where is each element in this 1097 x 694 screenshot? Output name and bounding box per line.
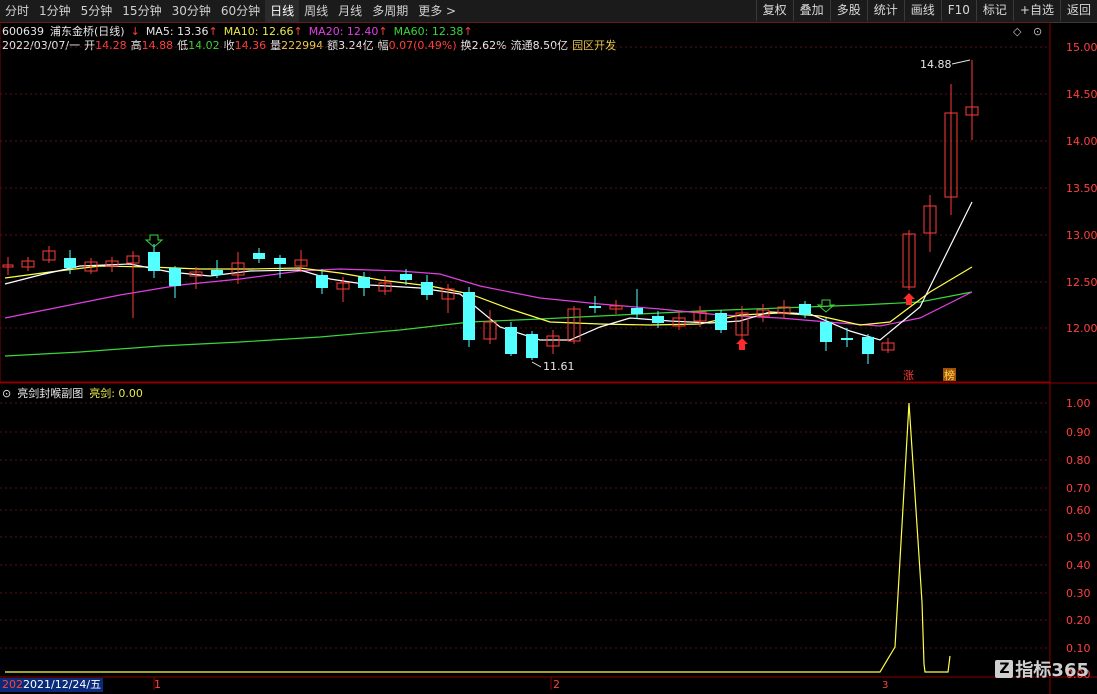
candle[interactable]: [2, 257, 14, 275]
value-tick: 0.90: [1066, 426, 1091, 439]
month-label: 3: [882, 680, 888, 691]
candle[interactable]: [169, 266, 181, 298]
period-tabs: 分时 1分钟 5分钟 15分钟 30分钟 60分钟 日线 周线 月线 多周期 更多 >: [0, 0, 461, 22]
candle[interactable]: [820, 318, 832, 351]
sub-value-axis: 1.00 0.90 0.80 0.70 0.60 0.50 0.40 0.30 …: [1066, 397, 1091, 681]
candle[interactable]: [923, 195, 937, 252]
candle[interactable]: [526, 331, 538, 360]
candle[interactable]: [253, 248, 265, 263]
month-label: 1: [154, 678, 161, 691]
toolbar-button[interactable]: 画线: [903, 0, 941, 21]
value-tick: 0.50: [1066, 531, 1091, 544]
toolbar-button[interactable]: +自选: [1012, 0, 1060, 21]
crosshair-date-text: 2021/12/24/五: [23, 678, 102, 691]
low-annotation-pointer: [531, 361, 542, 368]
toolbar-button[interactable]: 叠加: [792, 0, 830, 21]
price-tick: 15.00: [1066, 41, 1097, 54]
crosshair-date: 2022021/12/24/五: [0, 678, 104, 692]
period-toolbar: 分时 1分钟 5分钟 15分钟 30分钟 60分钟 日线 周线 月线 多周期 更多 > 复权 叠加 多股…: [0, 0, 1097, 23]
period-tab[interactable]: 周线: [299, 0, 333, 22]
candle[interactable]: [358, 272, 370, 296]
value-tick: 0.40: [1066, 559, 1091, 572]
candle[interactable]: [715, 310, 727, 333]
candle[interactable]: [902, 230, 916, 290]
toolbar-button[interactable]: 多股: [829, 0, 867, 21]
period-tab[interactable]: 15分钟: [117, 0, 166, 22]
settings-icon[interactable]: ⊙: [1033, 25, 1042, 38]
period-tab[interactable]: 更多 >: [413, 0, 461, 22]
value-tick: 0.10: [1066, 642, 1091, 655]
price-tick: 13.50: [1066, 182, 1097, 195]
buy-arrow-icon: [736, 338, 748, 350]
candle[interactable]: [148, 244, 160, 278]
price-tick: 14.00: [1066, 135, 1097, 148]
price-tick: 13.00: [1066, 229, 1097, 242]
value-tick: 1.00: [1066, 397, 1091, 410]
period-tab[interactable]: 60分钟: [216, 0, 265, 22]
sub-grid: [0, 402, 1050, 649]
signal-arrows: [144, 234, 915, 350]
candle[interactable]: [862, 334, 874, 364]
year-prefix: 202: [2, 678, 23, 691]
diamond-icon[interactable]: ◇: [1013, 25, 1022, 38]
ranking-tag: 榜: [944, 368, 955, 382]
candle[interactable]: [463, 287, 475, 347]
value-tick: 0.70: [1066, 482, 1091, 495]
value-tick: 0.30: [1066, 587, 1091, 600]
candle[interactable]: [777, 300, 791, 319]
period-tab[interactable]: 5分钟: [76, 0, 118, 22]
candle[interactable]: [126, 251, 140, 318]
value-tick: 0.60: [1066, 504, 1091, 517]
candle[interactable]: [881, 338, 895, 353]
candle[interactable]: [505, 322, 517, 356]
period-tab[interactable]: 月线: [333, 0, 367, 22]
kline-chart[interactable]: 15.00 14.50 14.00 13.50 13.00 12.50 12.0…: [0, 22, 1097, 694]
candle[interactable]: [21, 257, 35, 271]
candle[interactable]: [965, 60, 979, 140]
candle[interactable]: [944, 84, 958, 215]
period-tab[interactable]: 多周期: [367, 0, 413, 22]
price-tick: 12.50: [1066, 276, 1097, 289]
candle[interactable]: [672, 311, 686, 330]
main-grid: [0, 46, 1050, 329]
toolbar-buttons: 复权 叠加 多股 统计 画线 F10 标记 +自选 返回: [755, 0, 1097, 22]
candle[interactable]: [42, 246, 56, 263]
price-tick: 14.50: [1066, 88, 1097, 101]
period-tab[interactable]: 分时: [0, 0, 34, 22]
price-tick: 12.00: [1066, 322, 1097, 335]
low-annotation: 11.61: [543, 360, 575, 373]
candle[interactable]: [546, 330, 560, 354]
toolbar-button[interactable]: 复权: [755, 0, 793, 21]
time-axis: 1 2 3: [153, 677, 888, 691]
brand-logo: Z 指标365: [995, 656, 1089, 682]
candle[interactable]: [421, 275, 433, 300]
candle[interactable]: [567, 306, 581, 344]
value-tick: 0.80: [1066, 454, 1091, 467]
limit-up-tag: 涨: [903, 369, 914, 382]
period-tab[interactable]: 30分钟: [167, 0, 216, 22]
period-tab[interactable]: 日线: [265, 0, 300, 22]
logo-text: 指标365: [1015, 660, 1089, 681]
value-tick: 0.20: [1066, 614, 1091, 627]
logo-mark: Z: [995, 660, 1014, 678]
candle[interactable]: [316, 269, 328, 294]
toolbar-button[interactable]: 统计: [866, 0, 904, 21]
candle[interactable]: [189, 267, 203, 289]
main-price-axis: 15.00 14.50 14.00 13.50 13.00 12.50 12.0…: [1066, 41, 1097, 335]
high-annotation-pointer: [951, 59, 971, 65]
toolbar-button[interactable]: 标记: [975, 0, 1013, 21]
toolbar-button[interactable]: F10: [940, 0, 976, 21]
candle[interactable]: [609, 300, 623, 314]
ma10-line: [4, 265, 973, 326]
price-annotations: 14.88 11.61 涨 榜: [531, 58, 971, 382]
month-label: 2: [553, 678, 560, 691]
high-annotation: 14.88: [920, 58, 952, 71]
period-tab[interactable]: 1分钟: [34, 0, 76, 22]
candle[interactable]: [735, 306, 749, 338]
toolbar-button[interactable]: 返回: [1059, 0, 1097, 21]
